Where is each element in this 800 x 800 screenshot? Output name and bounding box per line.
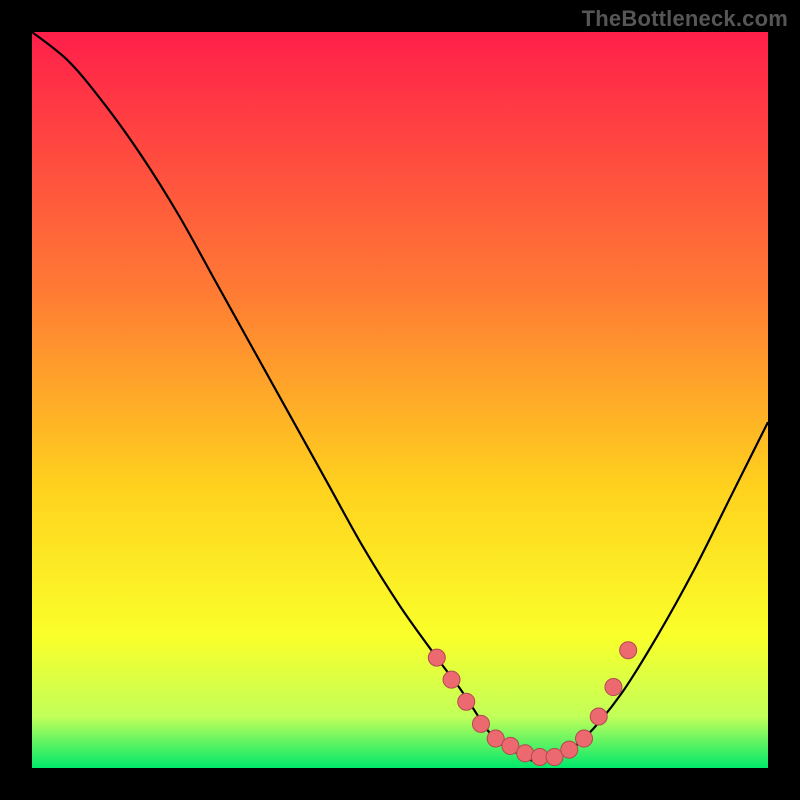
curve-marker [620, 642, 637, 659]
gradient-background [32, 32, 768, 768]
chart-frame: TheBottleneck.com [0, 0, 800, 800]
curve-marker [428, 649, 445, 666]
curve-marker [561, 741, 578, 758]
curve-marker [590, 708, 607, 725]
chart-svg [32, 32, 768, 768]
watermark-text: TheBottleneck.com [582, 6, 788, 32]
plot-area [32, 32, 768, 768]
curve-marker [443, 671, 460, 688]
curve-marker [605, 679, 622, 696]
curve-marker [576, 730, 593, 747]
curve-marker [458, 693, 475, 710]
curve-marker [472, 715, 489, 732]
curve-marker [517, 745, 534, 762]
